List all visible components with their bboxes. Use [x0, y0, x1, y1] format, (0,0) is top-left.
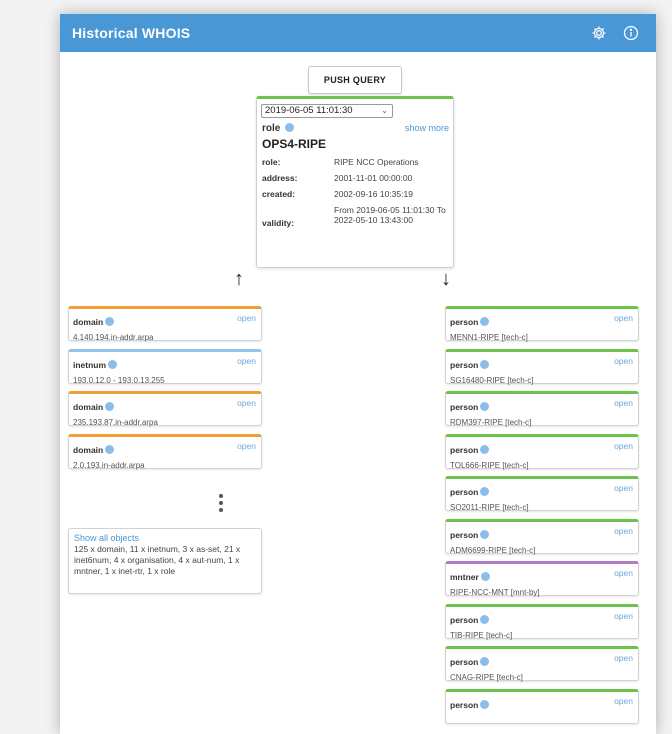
object-card-domain[interactable]: domain open 4.140.194.in-addr.arpa — [68, 306, 262, 342]
object-card-type: person — [450, 614, 479, 625]
info-dot-icon[interactable] — [480, 359, 490, 369]
info-dot-icon[interactable] — [285, 123, 295, 132]
info-dot-icon[interactable] — [480, 317, 490, 326]
show-all-objects-link[interactable]: Show all objects — [74, 533, 256, 543]
info-dot-icon[interactable] — [480, 614, 490, 624]
info-dot-icon[interactable] — [480, 657, 490, 666]
object-card-type: person — [450, 529, 479, 540]
info-dot-icon[interactable] — [105, 402, 115, 411]
arrow-down-icon: ↓ — [441, 268, 451, 290]
object-card-person[interactable]: person open TIB-RIPE [tech-c] — [445, 603, 639, 640]
object-card-type: person — [450, 317, 479, 327]
object-card-type: person — [450, 402, 479, 412]
open-link[interactable]: open — [614, 398, 633, 408]
object-name: OPS4-RIPE — [262, 137, 327, 151]
object-card-type: domain — [73, 402, 104, 412]
open-link[interactable]: open — [614, 441, 633, 451]
object-card-person[interactable]: person open ADM6699-RIPE [tech-c] — [445, 518, 639, 555]
more-dots-icon — [219, 494, 225, 515]
object-type: role — [262, 123, 281, 134]
info-dot-icon[interactable] — [480, 699, 490, 709]
info-dot-icon[interactable] — [480, 444, 490, 454]
info-dot-icon[interactable] — [105, 444, 115, 454]
open-link[interactable]: open — [614, 313, 633, 323]
object-card-type: domain — [73, 317, 104, 327]
arrow-up-icon: ↑ — [234, 268, 244, 290]
header-bar: Historical WHOIS — [60, 14, 656, 52]
chevron-down-icon: ⌄ — [381, 106, 388, 115]
attribute-value: 2001-11-01 00:00:00 — [334, 173, 413, 183]
attribute-key: address: — [262, 173, 298, 183]
object-card-type: domain — [73, 444, 104, 455]
attribute-key: validity: — [262, 218, 295, 228]
object-card-domain[interactable]: domain open 235.193.87.in-addr.arpa — [68, 391, 262, 427]
show-all-objects-panel: Show all objects 125 x domain, 11 x inet… — [68, 528, 262, 594]
open-link[interactable]: open — [237, 313, 256, 323]
object-card-value: MENN1-RIPE [tech-c] — [450, 333, 528, 342]
attribute-value: RIPE NCC Operations — [334, 157, 419, 167]
info-dot-icon[interactable] — [480, 572, 490, 581]
object-card-value: RIPE-NCC-MNT [mnt-by] — [450, 588, 540, 597]
object-card-type: person — [450, 359, 479, 370]
object-card-domain[interactable]: domain open 2.0.193.in-addr.arpa — [68, 433, 262, 470]
object-card-person[interactable]: person open — [445, 688, 639, 724]
object-card-type: person — [450, 657, 479, 667]
window-title: Historical WHOIS — [72, 25, 191, 41]
push-query-button[interactable]: PUSH QUERY — [308, 66, 402, 94]
object-card-person[interactable]: person open SO2011-RIPE [tech-c] — [445, 476, 639, 512]
object-card-value: RDM397-RIPE [tech-c] — [450, 418, 532, 427]
object-card-inetnum[interactable]: inetnum open 193.0.12.0 - 193.0.13.255 — [68, 348, 262, 385]
object-card-value: 2.0.193.in-addr.arpa — [73, 460, 145, 470]
info-dot-icon[interactable] — [480, 529, 490, 539]
attribute-key: role: — [262, 157, 281, 167]
object-card-person[interactable]: person open SG16480-RIPE [tech-c] — [445, 348, 639, 385]
object-card-value: SG16480-RIPE [tech-c] — [450, 375, 534, 385]
historical-whois-window: Historical WHOIS PUSH QUERY 2019-06-05 1… — [60, 14, 656, 734]
object-card-person[interactable]: person open CNAG-RIPE [tech-c] — [445, 646, 639, 682]
info-icon[interactable] — [620, 22, 642, 44]
open-link[interactable]: open — [614, 653, 633, 663]
open-link[interactable]: open — [237, 441, 256, 451]
object-card-value: ADM6699-RIPE [tech-c] — [450, 545, 536, 555]
object-type-row: role show more — [262, 123, 449, 134]
date-select-value: 2019-06-05 11:01:30 — [265, 105, 353, 116]
attribute-key: created: — [262, 189, 296, 199]
object-card-person[interactable]: person open TOL666-RIPE [tech-c] — [445, 433, 639, 470]
info-dot-icon[interactable] — [105, 317, 115, 326]
object-card-value: TIB-RIPE [tech-c] — [450, 630, 513, 640]
main-object-card: 2019-06-05 11:01:30 ⌄ role show more OPS… — [256, 96, 454, 268]
info-dot-icon[interactable] — [480, 402, 490, 411]
date-select[interactable]: 2019-06-05 11:01:30 ⌄ — [261, 104, 393, 118]
info-dot-icon[interactable] — [480, 487, 490, 496]
open-link[interactable]: open — [614, 483, 633, 493]
object-card-person[interactable]: person open RDM397-RIPE [tech-c] — [445, 391, 639, 427]
gear-icon[interactable] — [588, 22, 610, 44]
open-link[interactable]: open — [614, 611, 633, 621]
attribute-value: 2002-09-16 10:35:19 — [334, 189, 413, 199]
open-link[interactable]: open — [237, 356, 256, 366]
show-more-link[interactable]: show more — [405, 123, 449, 133]
open-link[interactable]: open — [237, 398, 256, 408]
object-card-value: CNAG-RIPE [tech-c] — [450, 673, 523, 682]
object-card-mntner[interactable]: mntner open RIPE-NCC-MNT [mnt-by] — [445, 561, 639, 597]
object-card-value: 235.193.87.in-addr.arpa — [73, 418, 158, 427]
object-card-value: SO2011-RIPE [tech-c] — [450, 503, 529, 512]
object-card-type: inetnum — [73, 359, 107, 370]
open-link[interactable]: open — [614, 696, 633, 706]
object-card-person[interactable]: person open MENN1-RIPE [tech-c] — [445, 306, 639, 342]
object-card-type: mntner — [450, 572, 479, 582]
object-card-type: person — [450, 487, 479, 497]
attribute-value: From 2019-06-05 11:01:30 To 2022-05-10 1… — [334, 205, 446, 225]
object-card-type: person — [450, 444, 479, 455]
object-counts-text: 125 x domain, 11 x inetnum, 3 x as-set, … — [74, 544, 241, 576]
object-card-type: person — [450, 699, 479, 710]
open-link[interactable]: open — [614, 356, 633, 366]
open-link[interactable]: open — [614, 526, 633, 536]
open-link[interactable]: open — [614, 568, 633, 578]
info-dot-icon[interactable] — [108, 359, 118, 369]
object-card-value: TOL666-RIPE [tech-c] — [450, 460, 529, 470]
object-card-value: 4.140.194.in-addr.arpa — [73, 333, 154, 342]
object-card-value: 193.0.12.0 - 193.0.13.255 — [73, 375, 165, 385]
